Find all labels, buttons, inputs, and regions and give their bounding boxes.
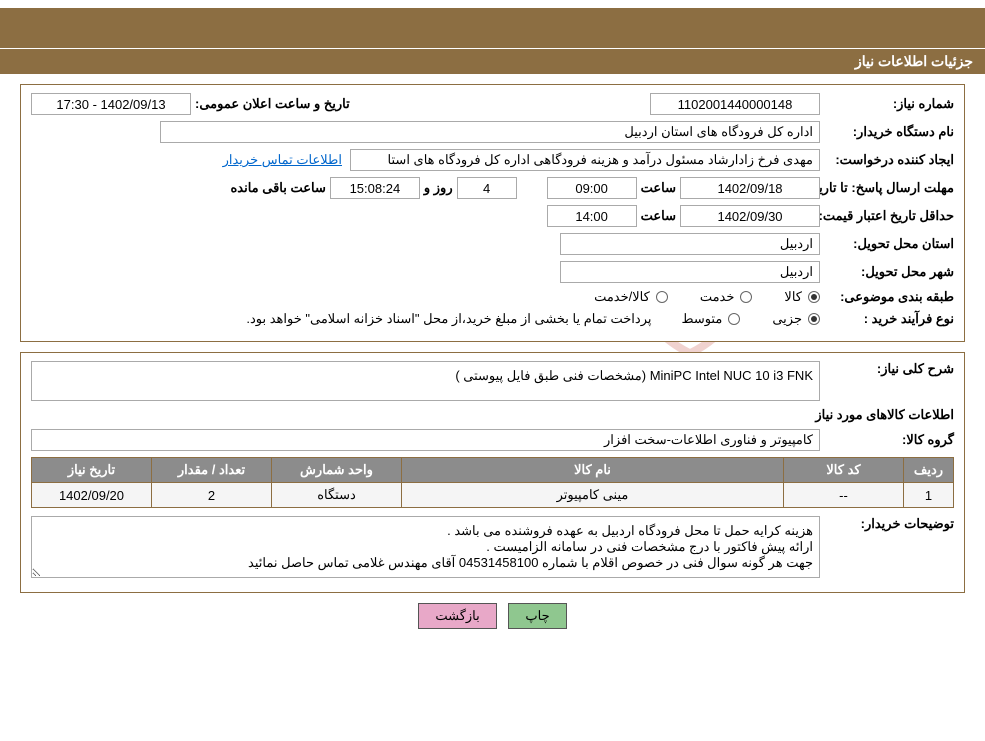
service-option-label: خدمت: [700, 289, 735, 305]
reply-time-value: 09:00: [547, 177, 637, 199]
radio-medium[interactable]: [728, 313, 740, 325]
subject-class-radios: کالا خدمت کالا/خدمت: [594, 289, 820, 305]
requester-label: ایجاد کننده درخواست:: [824, 152, 954, 168]
need-details-section: شرح کلی نیاز: MiniPC Intel NUC 10 i3 FNK…: [20, 352, 965, 593]
requester-value: مهدی فرخ زادارشاد مسئول درآمد و هزینه فر…: [350, 149, 820, 171]
print-button[interactable]: چاپ: [508, 603, 566, 629]
partial-option-label: جزیی: [772, 311, 802, 327]
hour-label-2: ساعت: [641, 208, 676, 224]
th-name: نام کالا: [402, 458, 784, 483]
reply-date-value: 1402/09/18: [680, 177, 820, 199]
goods-group-label: گروه کالا:: [824, 432, 954, 448]
public-announce-value: 1402/09/13 - 17:30: [31, 93, 191, 115]
need-info-section: شماره نیاز: 1102001440000148 تاریخ و ساع…: [20, 84, 965, 342]
buyer-org-value: اداره کل فرودگاه های استان اردبیل: [160, 121, 820, 143]
overall-desc-value: MiniPC Intel NUC 10 i3 FNK (مشخصات فنی ط…: [31, 361, 820, 401]
buyer-notes-label: توضیحات خریدار:: [824, 516, 954, 532]
radio-goods-service[interactable]: [656, 291, 668, 303]
price-validity-label: حداقل تاریخ اعتبار قیمت: تا تاریخ:: [824, 208, 954, 224]
cell-name: مینی کامپیوتر: [402, 483, 784, 508]
days-and-label: روز و: [424, 180, 453, 196]
buyer-notes-value[interactable]: هزینه کرایه حمل تا محل فرودگاه اردبیل به…: [31, 516, 820, 578]
th-unit: واحد شمارش: [272, 458, 402, 483]
delivery-city-label: شهر محل تحویل:: [824, 264, 954, 280]
need-number-value: 1102001440000148: [650, 93, 820, 115]
cell-unit: دستگاه: [272, 483, 402, 508]
purchase-type-label: نوع فرآیند خرید :: [824, 311, 954, 327]
items-table: ردیف کد کالا نام کالا واحد شمارش تعداد /…: [31, 457, 954, 508]
public-announce-label: تاریخ و ساعت اعلان عمومی:: [195, 96, 350, 112]
payment-note: پرداخت تمام یا بخشی از مبلغ خرید،از محل …: [246, 311, 651, 327]
price-time-value: 14:00: [547, 205, 637, 227]
hour-label-1: ساعت: [641, 180, 676, 196]
items-info-title: اطلاعات کالاهای مورد نیاز: [31, 407, 954, 423]
delivery-city-value: اردبیل: [560, 261, 820, 283]
goods-option-label: کالا: [784, 289, 802, 305]
table-row: 1 -- مینی کامپیوتر دستگاه 2 1402/09/20: [32, 483, 954, 508]
cell-qty: 2: [152, 483, 272, 508]
cell-code: --: [784, 483, 904, 508]
page-title: جزئیات اطلاعات نیاز: [0, 48, 985, 74]
th-need-date: تاریخ نیاز: [32, 458, 152, 483]
cell-row: 1: [904, 483, 954, 508]
time-left-value: 15:08:24: [330, 177, 420, 199]
buyer-contact-link[interactable]: اطلاعات تماس خریدار: [223, 152, 342, 168]
delivery-province-label: استان محل تحویل:: [824, 236, 954, 252]
goods-service-option-label: کالا/خدمت: [594, 289, 650, 305]
overall-desc-label: شرح کلی نیاز:: [824, 361, 954, 377]
medium-option-label: متوسط: [681, 311, 722, 327]
subject-class-label: طبقه بندی موضوعی:: [824, 289, 954, 305]
action-buttons: چاپ بازگشت: [0, 603, 985, 639]
radio-service[interactable]: [740, 291, 752, 303]
price-date-value: 1402/09/30: [680, 205, 820, 227]
delivery-province-value: اردبیل: [560, 233, 820, 255]
buyer-org-label: نام دستگاه خریدار:: [824, 124, 954, 140]
purchase-type-radios: جزیی متوسط: [681, 311, 820, 327]
goods-group-value: کامپیوتر و فناوری اطلاعات-سخت افزار: [31, 429, 820, 451]
header-bar-top: [0, 8, 985, 48]
radio-partial[interactable]: [808, 313, 820, 325]
days-left-value: 4: [457, 177, 517, 199]
need-number-label: شماره نیاز:: [824, 96, 954, 112]
th-qty: تعداد / مقدار: [152, 458, 272, 483]
radio-goods[interactable]: [808, 291, 820, 303]
th-code: کد کالا: [784, 458, 904, 483]
hours-remaining-label: ساعت باقی مانده: [230, 180, 325, 196]
back-button[interactable]: بازگشت: [418, 603, 496, 629]
cell-need-date: 1402/09/20: [32, 483, 152, 508]
reply-deadline-label: مهلت ارسال پاسخ: تا تاریخ:: [824, 180, 954, 196]
th-row: ردیف: [904, 458, 954, 483]
